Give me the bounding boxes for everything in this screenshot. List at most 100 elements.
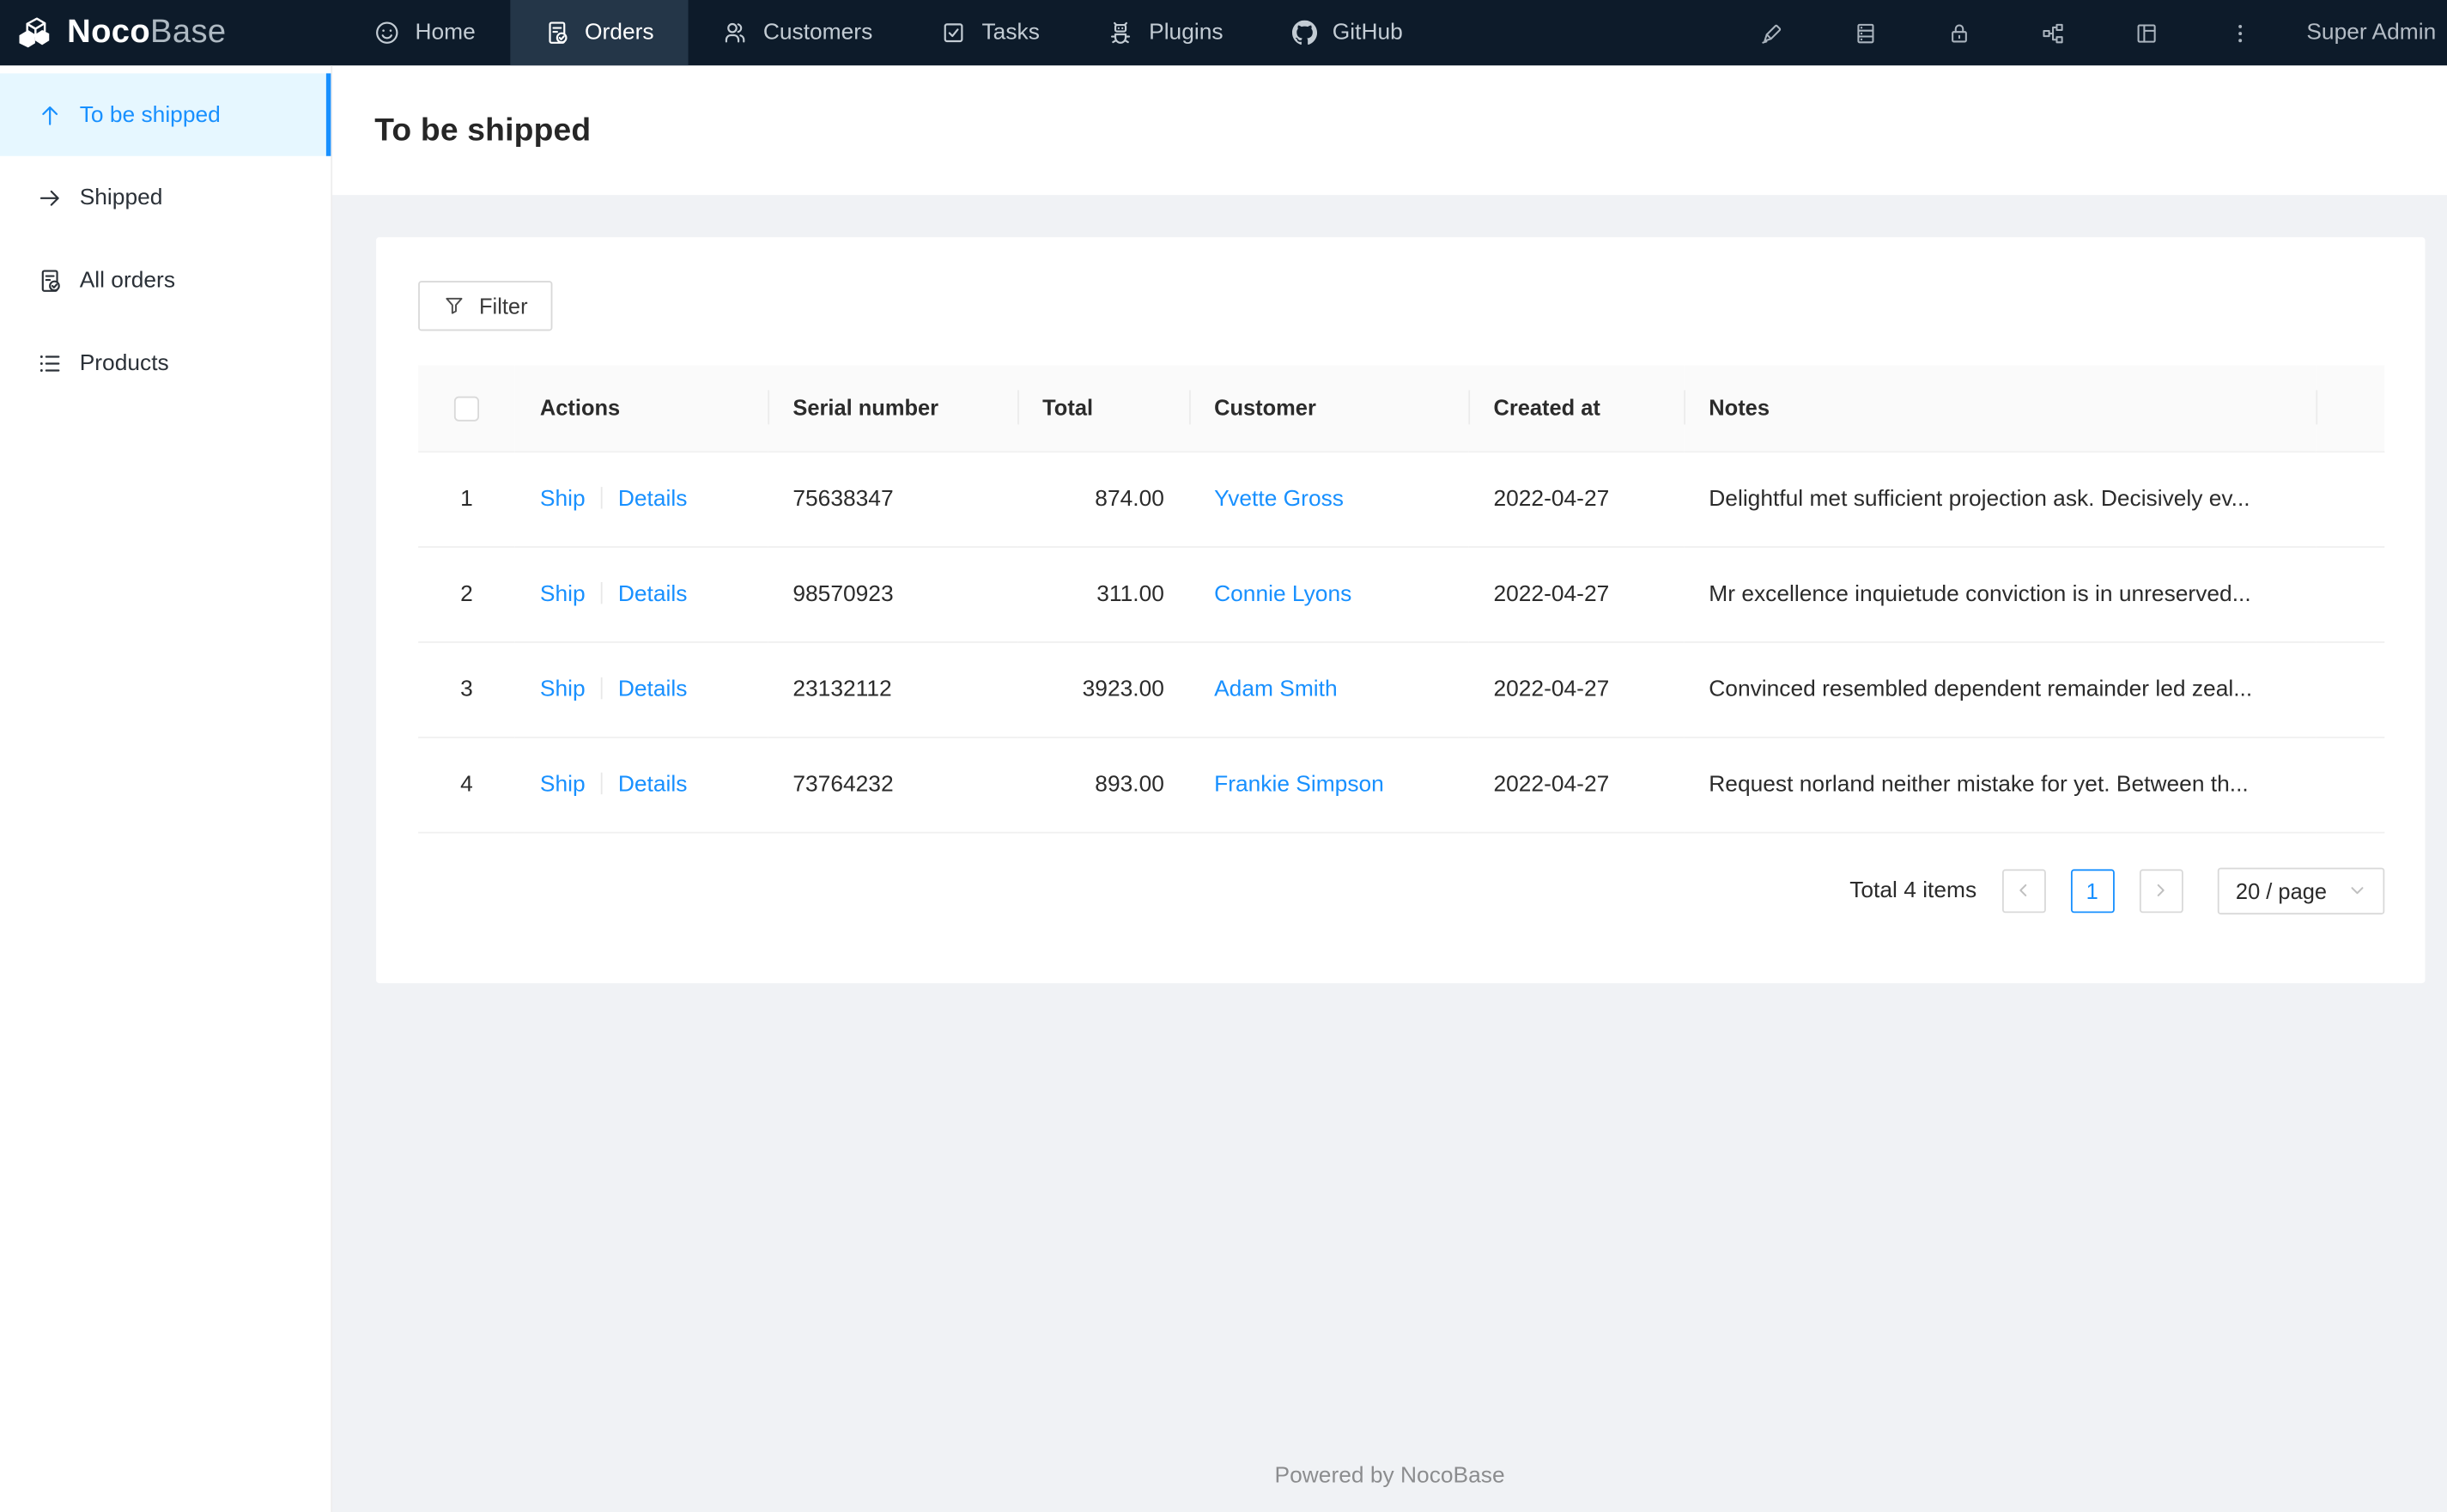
nav-item-github[interactable]: GitHub <box>1258 0 1437 65</box>
select-all-cell <box>418 365 515 452</box>
orders-icon <box>544 21 569 46</box>
details-link[interactable]: Details <box>618 772 688 797</box>
tasks-icon <box>941 21 966 46</box>
page-header: To be shipped <box>332 65 2447 196</box>
next-page-button[interactable] <box>2139 868 2183 913</box>
notes-cell: Delightful met sufficient projection ask… <box>1684 451 2316 548</box>
actions-cell: Ship Details <box>514 546 768 642</box>
table-header-row: Actions Serial number Total Customer Created… <box>418 365 2385 452</box>
notes-cell: Mr excellence inquietude conviction is i… <box>1684 546 2316 642</box>
highlighter-button[interactable] <box>1726 0 1819 65</box>
column-header-extra <box>2316 365 2385 452</box>
customer-cell: Frankie Simpson <box>1189 736 1469 833</box>
orders-table: Actions Serial number Total Customer Created… <box>418 365 2385 833</box>
user-menu[interactable]: Super Admin <box>2306 0 2436 65</box>
customer-link[interactable]: Adam Smith <box>1214 677 1338 701</box>
total-cell: 311.00 <box>1017 546 1190 642</box>
page-size-value: 20 / page <box>2235 877 2328 903</box>
row-index: 3 <box>418 641 515 738</box>
sidebar-item-label: Shipped <box>79 185 163 210</box>
lock-button[interactable] <box>1913 0 2007 65</box>
details-link[interactable]: Details <box>618 581 688 606</box>
customer-link[interactable]: Yvette Gross <box>1214 486 1344 511</box>
arrow-up-icon <box>38 102 63 127</box>
partition-button[interactable] <box>2007 0 2100 65</box>
sidebar: To be shipped Shipped All orders Products <box>0 65 333 1512</box>
column-header-notes[interactable]: Notes <box>1684 365 2316 452</box>
column-header-total[interactable]: Total <box>1017 365 1190 452</box>
sidebar-item-products[interactable]: Products <box>0 321 331 404</box>
action-divider <box>600 486 603 508</box>
created-at-cell: 2022-04-27 <box>1468 641 1685 738</box>
actions-cell: Ship Details <box>514 641 768 738</box>
customers-icon <box>723 21 748 46</box>
nav-right-icons <box>1726 0 2287 65</box>
sidebar-item-to-be-shipped[interactable]: To be shipped <box>0 73 331 156</box>
chevron-down-icon <box>2348 882 2365 899</box>
nav-item-customers[interactable]: Customers <box>689 0 908 65</box>
table-row: 3 Ship Details 23132112 3923.00 Adam Smith 202… <box>418 641 2385 738</box>
pagination-total: Total 4 items <box>1849 877 1977 903</box>
filter-button[interactable]: Filter <box>418 281 553 331</box>
column-header-actions[interactable]: Actions <box>514 365 768 452</box>
details-link[interactable]: Details <box>618 486 688 511</box>
partition-icon <box>2042 21 2065 45</box>
nav-item-label: Customers <box>762 20 873 46</box>
customer-link[interactable]: Frankie Simpson <box>1214 772 1384 797</box>
sidebar-item-shipped[interactable]: Shipped <box>0 156 331 239</box>
sidebar-item-label: To be shipped <box>79 102 221 128</box>
action-divider <box>600 676 603 699</box>
select-all-checkbox[interactable] <box>453 396 480 422</box>
nav-item-label: Plugins <box>1149 20 1224 46</box>
layout-button[interactable] <box>2100 0 2194 65</box>
arrow-right-icon <box>38 185 63 209</box>
footer: Powered by NocoBase <box>1274 1463 1505 1489</box>
nav-menu: Home Orders Customers Tasks Plugins GitHub <box>340 0 1437 66</box>
nav-item-plugins[interactable]: Plugins <box>1074 0 1258 65</box>
logo-text: NocoBase <box>67 14 227 51</box>
row-index: 4 <box>418 736 515 833</box>
action-divider <box>600 771 603 794</box>
column-header-created-at[interactable]: Created at <box>1468 365 1685 452</box>
column-header-customer[interactable]: Customer <box>1189 365 1469 452</box>
github-icon <box>1291 20 1317 46</box>
serial-number-cell: 23132112 <box>768 641 1018 738</box>
logo[interactable]: NocoBase <box>0 0 340 65</box>
extra-cell <box>2316 546 2385 642</box>
ship-link[interactable]: Ship <box>540 581 586 606</box>
column-header-serial-number[interactable]: Serial number <box>768 365 1018 452</box>
page-size-select[interactable]: 20 / page <box>2217 866 2385 914</box>
serial-number-cell: 98570923 <box>768 546 1018 642</box>
database-icon <box>1855 21 1878 45</box>
ship-link[interactable]: Ship <box>540 677 586 701</box>
sidebar-item-all-orders[interactable]: All orders <box>0 239 331 321</box>
filter-label: Filter <box>479 293 528 319</box>
serial-number-cell: 73764232 <box>768 736 1018 833</box>
nav-item-label: Orders <box>585 20 654 46</box>
content: Filter Actions Serial number Total Customer… <box>332 195 2447 1512</box>
list-icon <box>38 350 63 375</box>
created-at-cell: 2022-04-27 <box>1468 736 1685 833</box>
more-button[interactable] <box>2194 0 2287 65</box>
nav-item-home[interactable]: Home <box>340 0 510 65</box>
customer-link[interactable]: Connie Lyons <box>1214 581 1351 606</box>
actions-cell: Ship Details <box>514 451 768 548</box>
ship-link[interactable]: Ship <box>540 486 586 511</box>
page-1-button[interactable]: 1 <box>2070 868 2115 913</box>
more-icon <box>2229 21 2252 45</box>
prev-page-button[interactable] <box>2001 868 2046 913</box>
table-row: 4 Ship Details 73764232 893.00 Frankie Simpso… <box>418 736 2385 833</box>
total-cell: 893.00 <box>1017 736 1190 833</box>
total-cell: 874.00 <box>1017 451 1190 548</box>
home-icon <box>374 21 399 46</box>
lock-icon <box>1948 21 1971 45</box>
top-navbar: NocoBase Home Orders Customers Tasks Plugins… <box>0 0 2447 66</box>
row-index: 1 <box>418 451 515 548</box>
page-title: To be shipped <box>374 111 592 148</box>
database-button[interactable] <box>1819 0 1913 65</box>
ship-link[interactable]: Ship <box>540 772 586 797</box>
details-link[interactable]: Details <box>618 677 688 701</box>
chevron-right-icon <box>2153 882 2170 899</box>
nav-item-tasks[interactable]: Tasks <box>907 0 1074 65</box>
nav-item-orders[interactable]: Orders <box>509 0 689 66</box>
